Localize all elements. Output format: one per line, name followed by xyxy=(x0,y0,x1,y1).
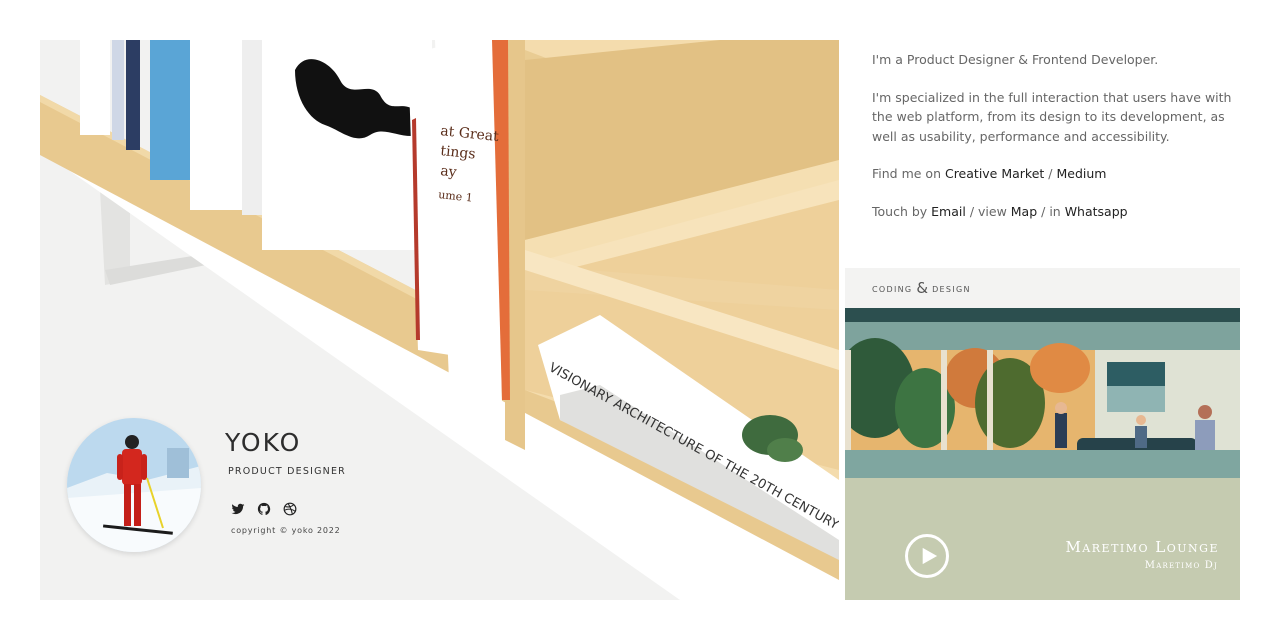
music-card: coding & design Maretimo Lounge Maretimo… xyxy=(845,268,1240,600)
lounge-illustration xyxy=(845,308,1240,494)
touch-separator-1: / view xyxy=(965,203,1011,219)
about-description: I'm specialized in the full interaction … xyxy=(872,89,1232,144)
card-header-amp: & xyxy=(916,279,929,297)
copyright-text: copyright © yoko 2022 xyxy=(231,526,341,535)
twitter-icon[interactable] xyxy=(230,501,246,517)
find-separator: / xyxy=(1044,166,1057,181)
touch-separator-2: / in xyxy=(1037,203,1065,219)
play-icon xyxy=(922,547,937,565)
whatsapp-link[interactable]: Whatsapp xyxy=(1065,204,1128,219)
dribbble-icon[interactable] xyxy=(282,501,298,517)
touch-line: Touch by Email / view Map / in Whatsapp xyxy=(872,202,1242,222)
avatar-photo xyxy=(67,418,201,552)
card-header-right: design xyxy=(932,281,971,295)
about-intro: I'm a Product Designer & Frontend Develo… xyxy=(872,52,1159,67)
svg-text:ay: ay xyxy=(440,163,458,181)
about-section: I'm a Product Designer & Frontend Develo… xyxy=(872,50,1242,239)
profile-name: YOKO xyxy=(225,428,302,457)
medium-link[interactable]: Medium xyxy=(1057,166,1107,181)
profile-role: PRODUCT DESIGNER xyxy=(228,466,346,477)
album-artwork xyxy=(845,308,1240,494)
track-title: Maretimo Lounge xyxy=(1065,538,1219,556)
profile-block: YOKO PRODUCT DESIGNER copyright © yoko 2… xyxy=(67,418,487,558)
play-button[interactable] xyxy=(905,534,949,578)
card-header-left: coding xyxy=(872,281,913,295)
email-link[interactable]: Email xyxy=(931,204,966,219)
hero-image: at Great tings ay ume 1 VISIONARY ARCHIT… xyxy=(40,40,839,600)
find-prefix: Find me on xyxy=(872,166,945,181)
card-header: coding & design xyxy=(845,268,1240,308)
find-me-line: Find me on Creative Market / Medium xyxy=(872,164,1242,184)
creative-market-link[interactable]: Creative Market xyxy=(945,166,1044,181)
avatar[interactable] xyxy=(67,418,201,552)
github-icon[interactable] xyxy=(256,501,272,517)
track-artist: Maretimo Dj xyxy=(1144,560,1218,571)
social-links xyxy=(230,501,298,517)
map-link[interactable]: Map xyxy=(1011,204,1037,219)
touch-prefix: Touch by xyxy=(872,203,932,219)
